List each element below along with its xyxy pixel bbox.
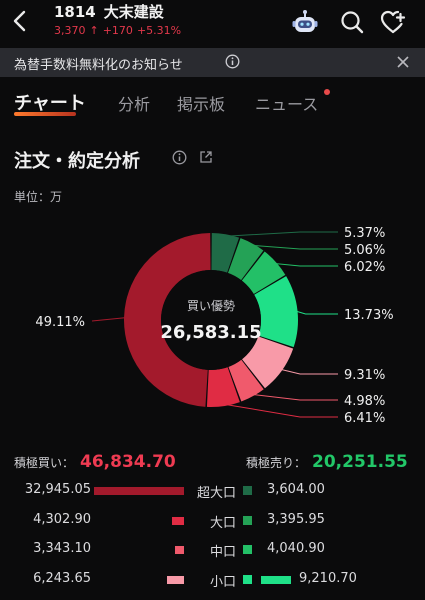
notice-banner[interactable]: 為替手数料無料化のお知らせ: [0, 48, 425, 77]
buy-summary-label: 積極買い：: [14, 456, 75, 470]
buy-bar: [94, 487, 184, 495]
slice-label-buy-small: 9.31%: [344, 368, 385, 383]
info-icon[interactable]: [225, 54, 240, 69]
sell-amount: 4,040.90: [267, 541, 325, 556]
buy-bar: [174, 546, 184, 554]
buy-summary-value: 46,834.70: [80, 452, 176, 472]
sell-swatch: [243, 575, 252, 584]
leader-line-sell-mid: [274, 263, 338, 267]
sell-swatch: [243, 516, 252, 525]
share-icon[interactable]: [199, 150, 213, 164]
tab-bar: チャート 分析 掲示板 ニュース: [0, 85, 425, 121]
leader-line-sell-small: [295, 310, 338, 315]
slice-label-sell-large: 5.06%: [344, 243, 385, 258]
buy-bar: [166, 576, 184, 584]
sell-amount: 3,604.00: [267, 482, 325, 497]
notice-text: 為替手数料無料化のお知らせ: [14, 58, 183, 73]
stock-title: 1814 大末建設: [54, 1, 172, 22]
center-value: 26,583.15: [160, 322, 261, 343]
tab-board[interactable]: 掲示板: [177, 91, 225, 115]
slice-label-sell-mid: 6.02%: [344, 260, 385, 275]
up-arrow-icon: ↑: [89, 24, 99, 37]
stock-quote: 3,370 ↑ +170 +5.31%: [54, 24, 185, 37]
buy-amount: 32,945.05: [24, 482, 91, 497]
leader-line-sell-super: [225, 231, 338, 237]
close-icon[interactable]: [396, 55, 410, 69]
tab-analysis[interactable]: 分析: [118, 91, 150, 115]
buy-amount: 4,302.90: [33, 512, 91, 527]
size-label: 中口: [209, 545, 236, 560]
slice-label-sell-super: 5.37%: [344, 226, 385, 241]
size-label: 超大口: [196, 486, 236, 501]
buy-summary: 積極買い： 46,834.70: [14, 452, 176, 472]
news-notification-dot: [324, 89, 330, 95]
header-bar: 1814 大末建設 3,370 ↑ +170 +5.31%: [0, 0, 425, 44]
info-icon[interactable]: [172, 150, 187, 165]
favorite-add-icon[interactable]: [379, 8, 407, 36]
order-analysis-donut-chart: 5.37% 5.06% 6.02% 13.73% 9.31% 4.98% 6.41% 49.1…: [35, 226, 394, 426]
sell-swatch: [243, 545, 252, 554]
slice-label-buy-mid: 4.98%: [344, 394, 385, 409]
sell-summary-value: 20,251.55: [312, 452, 408, 472]
unit-label: 単位：万: [14, 190, 63, 204]
leader-line-buy-super: [91, 317, 127, 322]
back-arrow-icon[interactable]: [8, 8, 34, 34]
sell-bar: [261, 576, 291, 584]
sell-summary: 積極売り： 20,251.55: [246, 452, 408, 472]
slice-label-buy-super: 49.11%: [35, 315, 85, 330]
robot-assistant-icon[interactable]: [291, 8, 319, 36]
size-label: 小口: [209, 575, 236, 590]
buy-amount: 6,243.65: [33, 571, 91, 586]
stock-name: 大末建設: [103, 3, 164, 21]
leader-line-buy-mid: [251, 393, 338, 401]
slice-label-sell-small: 13.73%: [344, 308, 394, 323]
stock-price: 3,370: [54, 24, 86, 37]
breakdown-row: 4,302.90 大口 3,395.95: [0, 512, 425, 532]
buy-bar: [172, 517, 184, 525]
tab-news[interactable]: ニュース: [255, 91, 318, 115]
sell-summary-label: 積極売り：: [246, 456, 307, 470]
sell-amount: 9,210.70: [299, 571, 357, 586]
breakdown-row: 3,343.10 中口 4,040.90: [0, 541, 425, 561]
active-tab-indicator: [14, 112, 76, 116]
breakdown-row: 32,945.05 超大口 3,604.00: [0, 482, 425, 502]
donut-hole: [161, 270, 261, 370]
slice-label-buy-large: 6.41%: [344, 411, 385, 426]
stock-change-pct: +5.31%: [136, 24, 182, 37]
sell-amount: 3,395.95: [267, 512, 325, 527]
center-label: 買い優勢: [187, 298, 235, 313]
stock-change: +170: [102, 24, 133, 37]
leader-line-buy-small: [280, 368, 338, 375]
buy-amount: 3,343.10: [33, 541, 91, 556]
leader-line-sell-large: [251, 244, 338, 250]
search-icon[interactable]: [338, 8, 366, 36]
section-title: 注文・約定分析: [14, 151, 140, 172]
breakdown-row: 6,243.65 小口 9,210.70: [0, 571, 425, 591]
leader-line-buy-large: [223, 403, 338, 418]
size-label: 大口: [209, 516, 236, 531]
sell-swatch: [243, 486, 252, 495]
stock-code: 1814: [54, 3, 96, 21]
